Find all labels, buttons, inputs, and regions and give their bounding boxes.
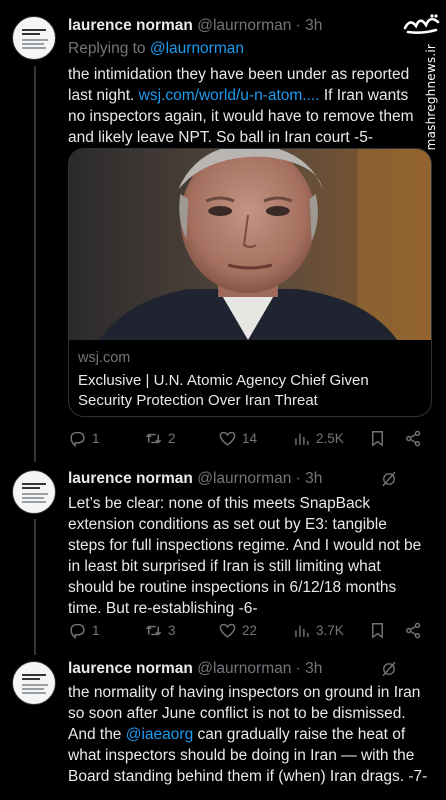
- tweet-text: the intimidation they have been under as…: [68, 64, 428, 148]
- tweet-actions: 1 2 14 2.5K: [68, 428, 430, 448]
- reply-count: 1: [92, 430, 100, 446]
- repost-count: 3: [168, 622, 176, 638]
- reply-icon: [70, 623, 85, 639]
- views-icon: [295, 433, 309, 445]
- avatar[interactable]: [12, 470, 56, 514]
- replying-to-label: Replying to: [68, 40, 150, 57]
- share-button[interactable]: [404, 428, 423, 448]
- repost-button[interactable]: 3: [144, 620, 176, 640]
- like-button[interactable]: 14: [218, 428, 257, 448]
- card-domain: wsj.com: [78, 350, 131, 366]
- views-button[interactable]: 2.5K: [292, 428, 344, 448]
- tweet-text: the normality of having inspectors on gr…: [68, 682, 428, 787]
- replying-to: Replying to @laurnorman: [68, 39, 244, 59]
- card-title: Exclusive | U.N. Atomic Agency Chief Giv…: [78, 372, 369, 409]
- tweet[interactable]: laurence norman @laurnorman · 3h the nor…: [0, 655, 446, 800]
- heart-icon: [219, 623, 236, 638]
- views-icon: [295, 625, 309, 637]
- avatar[interactable]: [12, 16, 56, 60]
- reply-count: 1: [92, 622, 100, 638]
- tweet-time[interactable]: · 3h: [296, 17, 323, 34]
- reply-icon: [70, 431, 85, 447]
- views-button[interactable]: 3.7K: [292, 620, 344, 640]
- bookmark-icon: [372, 622, 383, 639]
- tweet-time[interactable]: · 3h: [296, 470, 323, 487]
- card-meta: wsj.com Exclusive | U.N. Atomic Agency C…: [78, 349, 423, 411]
- tweet-actions: 1 3 22 3.7K: [68, 620, 430, 640]
- reply-handle-link[interactable]: @laurnorman: [150, 40, 244, 57]
- tweet-time[interactable]: · 3h: [296, 660, 323, 677]
- share-button[interactable]: [404, 620, 423, 640]
- mention-link[interactable]: @iaeaorg: [126, 726, 193, 743]
- author-handle[interactable]: @laurnorman: [197, 470, 291, 487]
- author-name[interactable]: laurence norman: [68, 660, 193, 677]
- repost-icon: [145, 433, 162, 443]
- bookmark-icon: [372, 430, 383, 447]
- reply-button[interactable]: 1: [68, 428, 100, 448]
- card-image: [69, 149, 431, 340]
- like-button[interactable]: 22: [218, 620, 257, 640]
- like-count: 22: [242, 622, 258, 638]
- author-name[interactable]: laurence norman: [68, 470, 193, 487]
- grok-icon[interactable]: [380, 660, 398, 678]
- repost-icon: [145, 625, 162, 635]
- share-icon: [406, 622, 421, 638]
- tweet-link[interactable]: wsj.com/world/u-n-atom....: [139, 87, 320, 104]
- like-count: 14: [242, 430, 258, 446]
- repost-button[interactable]: 2: [144, 428, 176, 448]
- avatar[interactable]: [12, 661, 56, 705]
- heart-icon: [219, 431, 236, 446]
- tweet[interactable]: laurence norman @laurnorman · 3h Let’s b…: [0, 460, 446, 655]
- author-handle[interactable]: @laurnorman: [197, 660, 291, 677]
- tweet-text: Let’s be clear: none of this meets SnapB…: [68, 495, 422, 617]
- tweet-header: laurence norman @laurnorman · 3h: [68, 16, 436, 36]
- views-count: 2.5K: [316, 430, 344, 446]
- bookmark-button[interactable]: [368, 428, 387, 448]
- share-icon: [406, 430, 421, 446]
- bookmark-button[interactable]: [368, 620, 387, 640]
- views-count: 3.7K: [316, 622, 344, 638]
- reply-button[interactable]: 1: [68, 620, 100, 640]
- author-name[interactable]: laurence norman: [68, 17, 193, 34]
- tweet[interactable]: laurence norman @laurnorman · 3h Replyin…: [0, 0, 446, 460]
- repost-count: 2: [168, 430, 176, 446]
- author-handle[interactable]: @laurnorman: [197, 17, 291, 34]
- grok-icon[interactable]: [380, 470, 398, 488]
- link-card[interactable]: wsj.com Exclusive | U.N. Atomic Agency C…: [68, 148, 432, 417]
